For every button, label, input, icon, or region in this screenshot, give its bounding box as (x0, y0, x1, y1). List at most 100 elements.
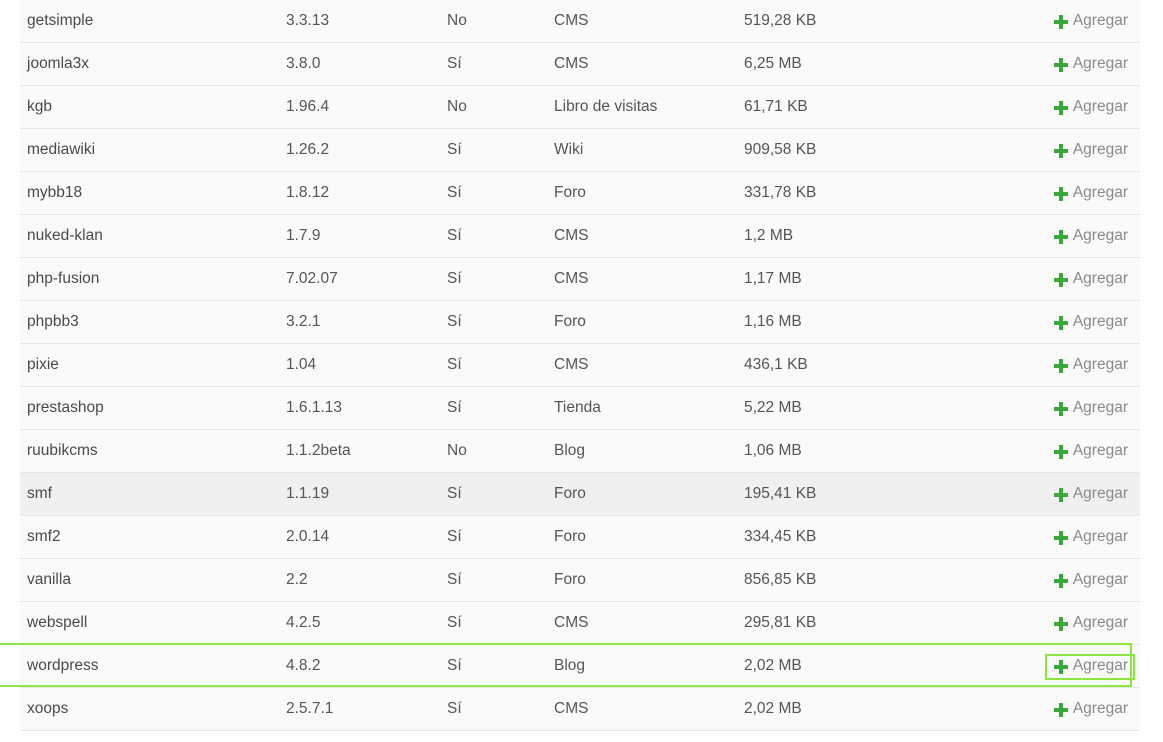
table-row-ruubikcms: ruubikcms 1.1.2beta No Blog 1,06 MB Agre… (20, 430, 1140, 473)
script-name: xoops (27, 700, 69, 717)
script-name: webspell (27, 614, 88, 631)
add-button-label: Agregar (1072, 313, 1128, 330)
add-button-label: Agregar (1072, 227, 1128, 244)
add-button-label: Agregar (1072, 184, 1128, 201)
add-button-label: Agregar (1072, 528, 1128, 545)
plus-icon (1053, 402, 1068, 416)
script-version: 1.8.12 (286, 184, 330, 201)
add-button-getsimple[interactable]: Agregar (1053, 0, 1128, 42)
script-name: ruubikcms (27, 442, 98, 459)
add-button-label: Agregar (1072, 98, 1128, 115)
script-size: 2,02 MB (744, 700, 802, 717)
plus-icon (1053, 574, 1068, 588)
table-row-prestashop: prestashop 1.6.1.13 Sí Tienda 5,22 MB Ag… (20, 387, 1140, 430)
script-size: 295,81 KB (744, 614, 817, 631)
script-category: CMS (554, 12, 589, 29)
add-button-webspell[interactable]: Agregar (1053, 602, 1128, 644)
add-button-joomla3x[interactable]: Agregar (1053, 43, 1128, 85)
add-button-smf2[interactable]: Agregar (1053, 516, 1128, 558)
add-button-kgb[interactable]: Agregar (1053, 86, 1128, 128)
script-version: 2.5.7.1 (286, 700, 334, 717)
add-button-label: Agregar (1072, 700, 1128, 717)
plus-icon (1053, 488, 1068, 502)
script-category: Blog (554, 657, 586, 674)
add-button-mybb18[interactable]: Agregar (1053, 172, 1128, 214)
script-size: 331,78 KB (744, 184, 817, 201)
script-name: mybb18 (27, 184, 83, 201)
script-version: 1.1.19 (286, 485, 330, 502)
table-row-getsimple: getsimple 3.3.13 No CMS 519,28 KB Agrega… (20, 0, 1140, 43)
script-name: joomla3x (27, 55, 90, 72)
script-flag: Sí (447, 571, 462, 588)
script-flag: No (447, 442, 467, 459)
script-flag: Sí (447, 528, 462, 545)
script-version: 1.6.1.13 (286, 399, 343, 416)
script-category: Foro (554, 571, 586, 588)
table-row-vanilla: vanilla 2.2 Sí Foro 856,85 KB Agregar (20, 559, 1140, 602)
add-button-smf[interactable]: Agregar (1053, 473, 1128, 515)
script-name: mediawiki (27, 141, 96, 158)
script-flag: No (447, 12, 467, 29)
script-category: CMS (554, 614, 589, 631)
table-row-wordpress: wordpress 4.8.2 Sí Blog 2,02 MB Agregar (20, 645, 1140, 688)
script-category: CMS (554, 270, 589, 287)
plus-icon (1053, 187, 1068, 201)
script-name: vanilla (27, 571, 71, 588)
add-button-phpbb3[interactable]: Agregar (1053, 301, 1128, 343)
script-category: Libro de visitas (554, 98, 658, 115)
add-button-php-fusion[interactable]: Agregar (1053, 258, 1128, 300)
add-button-xoops[interactable]: Agregar (1053, 688, 1128, 730)
add-button-ruubikcms[interactable]: Agregar (1053, 430, 1128, 472)
table-row-phpbb3: phpbb3 3.2.1 Sí Foro 1,16 MB Agregar (20, 301, 1140, 344)
script-name: wordpress (27, 657, 99, 674)
script-version: 2.0.14 (286, 528, 330, 545)
script-size: 1,2 MB (744, 227, 794, 244)
script-category: CMS (554, 55, 589, 72)
add-button-label: Agregar (1072, 571, 1128, 588)
script-flag: Sí (447, 270, 462, 287)
table-row-mediawiki: mediawiki 1.26.2 Sí Wiki 909,58 KB Agreg… (20, 129, 1140, 172)
add-button-nuked-klan[interactable]: Agregar (1053, 215, 1128, 257)
script-flag: Sí (447, 141, 462, 158)
table-row-nuked-klan: nuked-klan 1.7.9 Sí CMS 1,2 MB Agregar (20, 215, 1140, 258)
script-size: 61,71 KB (744, 98, 808, 115)
script-name: kgb (27, 98, 52, 115)
script-version: 2.2 (286, 571, 308, 588)
script-size: 1,06 MB (744, 442, 802, 459)
plus-icon (1053, 230, 1068, 244)
add-button-label: Agregar (1072, 55, 1128, 72)
script-version: 1.96.4 (286, 98, 330, 115)
script-name: pixie (27, 356, 59, 373)
plus-icon (1053, 703, 1068, 717)
table-row-pixie: pixie 1.04 Sí CMS 436,1 KB Agregar (20, 344, 1140, 387)
add-button-label: Agregar (1072, 614, 1128, 631)
script-size: 909,58 KB (744, 141, 817, 158)
add-button-label: Agregar (1072, 270, 1128, 287)
table-row-kgb: kgb 1.96.4 No Libro de visitas 61,71 KB … (20, 86, 1140, 129)
add-button-prestashop[interactable]: Agregar (1053, 387, 1128, 429)
plus-icon (1053, 144, 1068, 158)
script-size: 195,41 KB (744, 485, 817, 502)
add-button-mediawiki[interactable]: Agregar (1053, 129, 1128, 171)
add-button-wordpress[interactable]: Agregar (1053, 645, 1128, 687)
script-version: 1.1.2beta (286, 442, 351, 459)
add-button-pixie[interactable]: Agregar (1053, 344, 1128, 386)
add-button-label: Agregar (1072, 356, 1128, 373)
script-version: 3.3.13 (286, 12, 330, 29)
plus-icon (1053, 316, 1068, 330)
script-name: getsimple (27, 12, 94, 29)
add-button-label: Agregar (1072, 399, 1128, 416)
add-button-vanilla[interactable]: Agregar (1053, 559, 1128, 601)
add-button-label: Agregar (1072, 141, 1128, 158)
script-version: 3.8.0 (286, 55, 321, 72)
script-name: smf (27, 485, 52, 502)
script-name: prestashop (27, 399, 104, 416)
script-name: php-fusion (27, 270, 100, 287)
script-size: 6,25 MB (744, 55, 802, 72)
script-flag: Sí (447, 485, 462, 502)
script-category: Blog (554, 442, 586, 459)
plus-icon (1053, 273, 1068, 287)
table-row-joomla3x: joomla3x 3.8.0 Sí CMS 6,25 MB Agregar (20, 43, 1140, 86)
script-size: 1,17 MB (744, 270, 802, 287)
table-row-mybb18: mybb18 1.8.12 Sí Foro 331,78 KB Agregar (20, 172, 1140, 215)
